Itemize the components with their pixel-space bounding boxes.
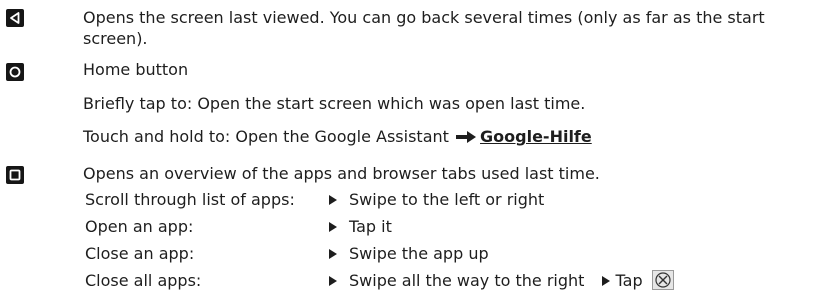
row-action-open-text: Tap it [349,217,392,236]
back-description-line1: Opens the screen last viewed. You can go… [83,8,765,27]
row-action-close: Swipe the app up [329,243,489,264]
home-touch-hold: Touch and hold to: Open the Google Assis… [83,126,592,147]
row-action-scroll-text: Swipe to the left or right [349,190,545,209]
bullet-triangle-icon [329,221,337,232]
home-touch-text: Touch and hold to: Open the Google Assis… [83,127,449,146]
overview-description: Opens an overview of the apps and browse… [83,164,600,183]
home-title: Home button [83,60,189,79]
row-action-close-all-text: Swipe all the way to the right [349,271,585,290]
row-label-close: Close an app: [85,244,195,263]
row-action-close-all: Swipe all the way to the right Tap [329,269,674,292]
bullet-triangle-icon [601,275,610,286]
row-action-scroll: Swipe to the left or right [329,189,544,210]
row-action-open: Tap it [329,216,392,237]
close-x-icon [651,269,674,290]
right-arrow-icon [456,130,477,143]
bullet-triangle-icon [329,194,337,205]
back-triangle-icon [6,9,24,27]
row-label-open: Open an app: [85,217,194,236]
google-hilfe-link[interactable]: Google-Hilfe [480,127,592,146]
overview-square-icon [6,166,24,184]
home-brief-tap: Briefly tap to: Open the start screen wh… [83,94,586,113]
row-action-tap-text: Tap [615,271,643,290]
home-circle-icon [6,63,24,81]
bullet-triangle-icon [329,275,337,286]
bullet-triangle-icon [329,248,337,259]
row-label-scroll: Scroll through list of apps: [85,190,295,209]
row-action-close-text: Swipe the app up [349,244,489,263]
back-description-line2: screen). [83,29,148,48]
row-label-close-all: Close all apps: [85,271,202,290]
